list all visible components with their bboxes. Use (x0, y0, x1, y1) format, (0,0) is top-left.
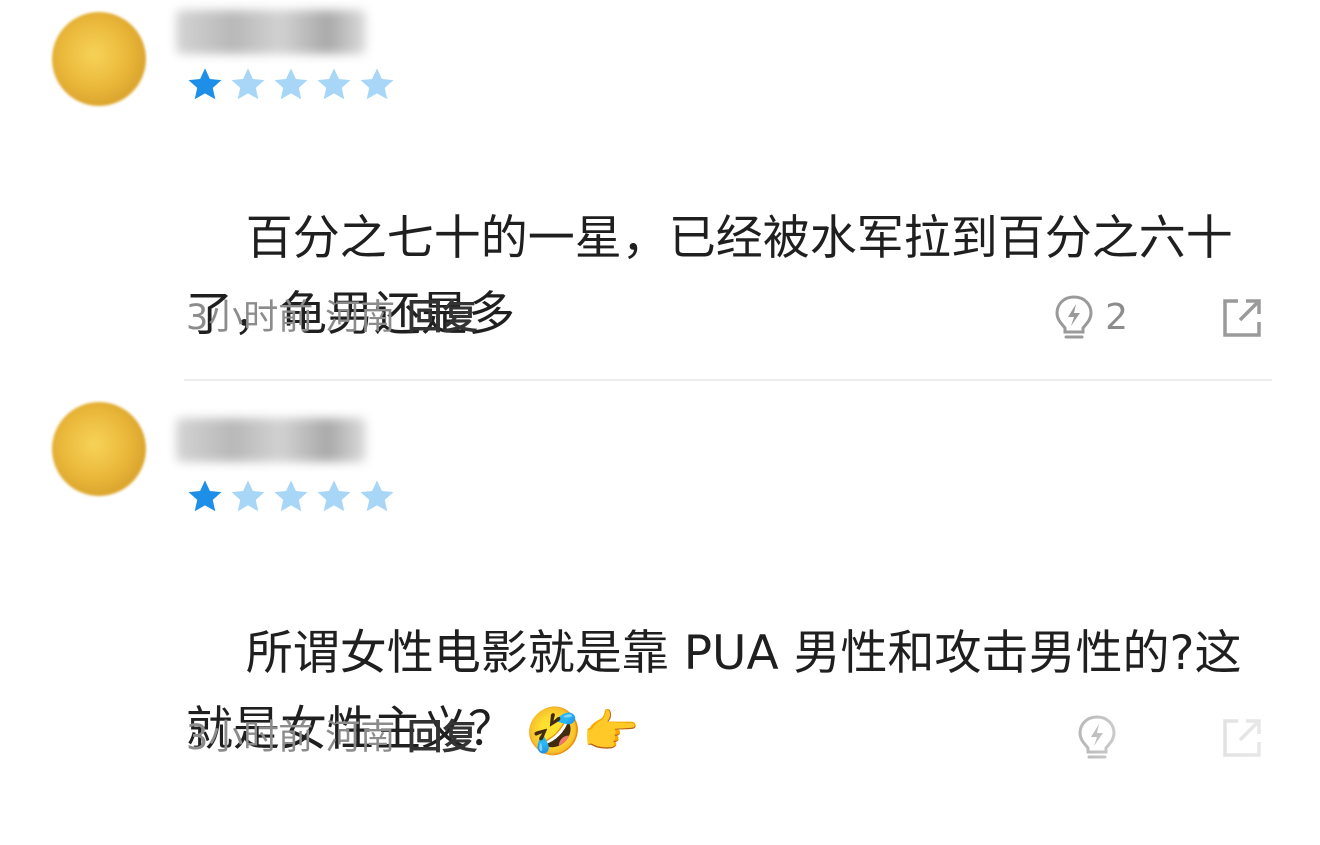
location: 河南 (325, 298, 396, 338)
like-button[interactable] (1076, 714, 1128, 762)
timestamp: 3小时前 (186, 298, 314, 338)
share-out-icon[interactable] (1220, 716, 1264, 760)
reply-button[interactable]: 回复 (407, 294, 477, 342)
comment-item: 百分之七十的一星，已经被水军拉到百分之六十了，龟男还是多 3小时前 河南 回复 … (0, 0, 1320, 380)
star-filled-icon (188, 480, 222, 512)
star-rating (186, 66, 396, 104)
star-empty-icon (231, 480, 265, 512)
reply-button[interactable]: 回复 (407, 714, 477, 762)
comment-meta: 3小时前 河南 回复 (186, 714, 477, 762)
share-out-icon[interactable] (1220, 296, 1264, 340)
like-count: 2 (1105, 297, 1128, 338)
comment-meta: 3小时前 河南 回复 (186, 294, 477, 342)
like-button[interactable]: 2 (1053, 294, 1128, 342)
comment-text: 所谓女性电影就是靠 PUA 男性和攻击男性的?这就是女性主义？ 🤣👉 (186, 626, 1242, 758)
timestamp: 3小时前 (186, 718, 314, 758)
location: 河南 (325, 718, 396, 758)
username-blurred[interactable] (176, 418, 366, 462)
avatar[interactable] (52, 12, 146, 106)
lightning-bulb-icon[interactable] (1053, 294, 1095, 342)
comment-item: 所谓女性电影就是靠 PUA 男性和攻击男性的?这就是女性主义？ 🤣👉 3小时前 河… (0, 380, 1320, 781)
star-filled-icon (188, 68, 222, 100)
star-empty-icon (317, 68, 351, 100)
star-empty-icon (317, 480, 351, 512)
star-empty-icon (274, 480, 308, 512)
star-rating (186, 478, 396, 516)
star-empty-icon (360, 68, 394, 100)
lightning-bulb-icon[interactable] (1076, 714, 1118, 762)
star-empty-icon (360, 480, 394, 512)
comment-actions: 2 (1053, 294, 1264, 342)
emoji: 🤣👉 (525, 704, 640, 758)
avatar[interactable] (52, 402, 146, 496)
comment-actions (1076, 714, 1264, 762)
username-blurred[interactable] (176, 10, 366, 54)
star-empty-icon (274, 68, 308, 100)
star-empty-icon (231, 68, 265, 100)
